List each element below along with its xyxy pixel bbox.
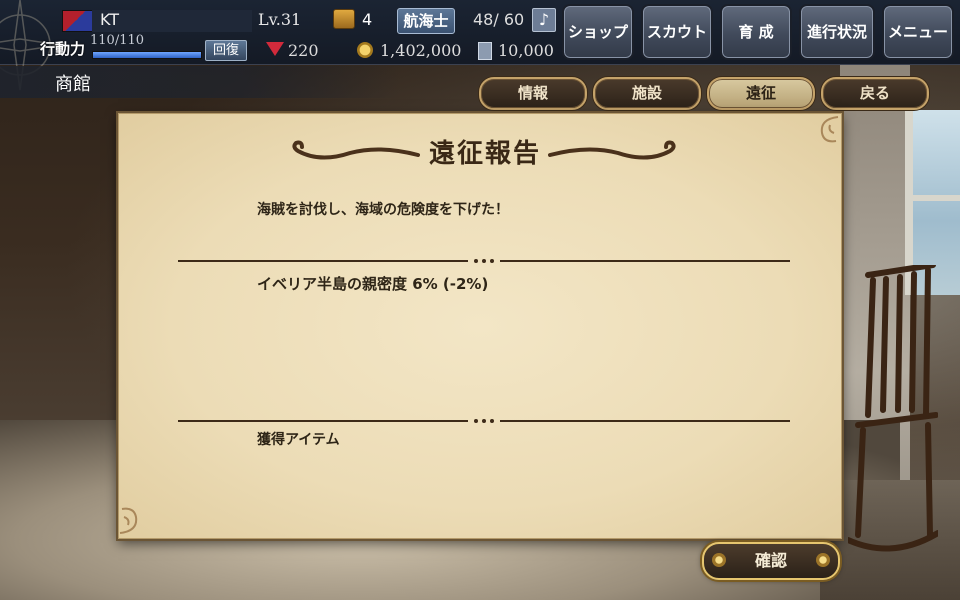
section-divider <box>178 419 790 423</box>
back-button[interactable]: 戻る <box>821 77 929 110</box>
affinity-result: イベリア半島の親密度 6% (-2%) <box>257 275 489 293</box>
stamina-bar-fill <box>93 52 201 58</box>
gem-icon <box>266 42 284 56</box>
tab-expedition[interactable]: 遠征 <box>707 77 815 110</box>
rank-badge: 航海士 <box>397 8 455 34</box>
corner-ornament <box>820 116 839 143</box>
chest-count: 4 <box>362 10 373 29</box>
stamina-value: 110/110 <box>90 33 145 48</box>
tab-info[interactable]: 情報 <box>479 77 587 110</box>
tab-facility[interactable]: 施設 <box>593 77 701 110</box>
ticket-icon <box>478 42 492 60</box>
title-flourish-right <box>548 140 676 160</box>
ticket-count: 10,000 <box>498 41 554 60</box>
title-flourish-left <box>292 140 420 160</box>
report-message: 海賊を討伐し、海域の危険度を下げた！ <box>257 202 509 218</box>
confirm-label: 確認 <box>754 551 787 570</box>
player-name: KT <box>100 10 120 29</box>
coin-icon <box>357 42 373 58</box>
shop-button[interactable]: ショップ <box>562 4 634 60</box>
expedition-report-panel <box>118 113 842 539</box>
corner-ornament <box>119 507 138 534</box>
progress-button[interactable]: 進行状況 <box>799 4 875 60</box>
music-note-icon[interactable]: ♪ <box>532 8 556 32</box>
nation-flag-icon <box>62 10 94 32</box>
obtained-items-label: 獲得アイテム <box>257 432 340 448</box>
stamina-label: 行動力 <box>40 40 86 58</box>
coin-count: 1,402,000 <box>380 41 462 60</box>
stamina-bar <box>92 51 202 59</box>
rocking-chair <box>848 265 938 552</box>
train-button[interactable]: 育 成 <box>720 4 792 60</box>
main-menu-button[interactable]: メニュー <box>882 4 954 60</box>
scout-button[interactable]: スカウト <box>641 4 713 60</box>
recover-button[interactable]: 回復 <box>205 40 247 61</box>
gem-count: 220 <box>288 41 319 60</box>
report-title: 遠征報告 <box>428 139 541 169</box>
button-ornament-icon <box>816 553 830 567</box>
crew-count: 48/ 60 <box>473 10 525 29</box>
section-divider <box>178 259 790 263</box>
button-ornament-icon <box>712 553 726 567</box>
player-level: Lv.31 <box>258 10 302 29</box>
confirm-button[interactable]: 確認 <box>702 542 840 580</box>
treasure-chest-icon <box>333 9 355 29</box>
location-name: 商館 <box>55 74 91 95</box>
